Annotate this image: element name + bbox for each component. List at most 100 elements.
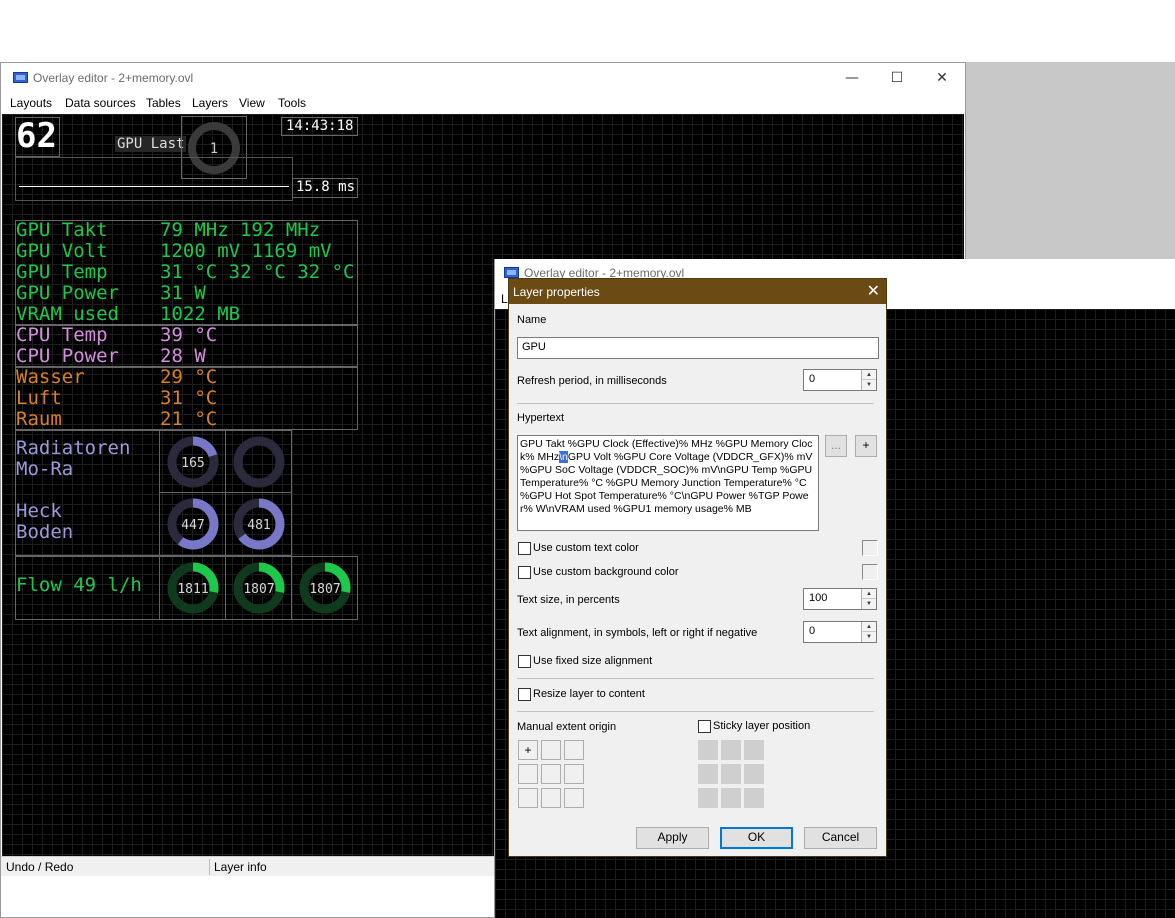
row-value: 28 W <box>160 345 206 367</box>
refresh-label: Refresh period, in milliseconds <box>517 375 667 387</box>
extent-cell-bottom-left[interactable] <box>518 788 538 808</box>
row-label: Raum <box>16 408 62 430</box>
hypertext-selection: \n <box>559 451 568 463</box>
fixed-alignment-checkbox[interactable] <box>518 655 531 668</box>
extent-cell-top-center[interactable] <box>541 740 561 760</box>
bg-color-swatch[interactable] <box>862 564 878 580</box>
menu-tools[interactable]: Tools <box>278 96 306 110</box>
separator <box>517 711 874 712</box>
spin-up-icon: ▲ <box>862 589 876 599</box>
resize-layer-checkbox[interactable] <box>518 688 531 701</box>
spin-up-icon: ▲ <box>862 622 876 632</box>
text-color-swatch[interactable] <box>862 540 878 556</box>
app-icon <box>13 72 28 83</box>
status-layer-info: Layer info <box>214 860 267 874</box>
dialog-close-icon[interactable]: ✕ <box>867 281 880 300</box>
separator <box>517 678 874 679</box>
custom-text-color-label: Use custom text color <box>533 542 639 554</box>
clock-value: 14:43:18 <box>286 118 354 134</box>
status-undo-redo: Undo / Redo <box>6 860 74 874</box>
radiator-label-1: Radiatoren <box>16 437 131 459</box>
status-separator <box>209 859 210 875</box>
custom-bg-color-checkbox[interactable] <box>518 566 531 579</box>
sticky-cell <box>698 764 718 784</box>
hypertext-editor[interactable]: GPU Takt %GPU Clock (Effective)% MHz %GP… <box>517 435 819 531</box>
rear-label-2: Boden <box>16 521 74 543</box>
resize-layer-label: Resize layer to content <box>533 688 645 700</box>
spin-down-icon: ▼ <box>862 632 876 642</box>
refresh-value: 0 <box>809 373 816 385</box>
desktop-background <box>966 62 1175 260</box>
extent-cell-bottom-right[interactable] <box>564 788 584 808</box>
gauge-value: 1811 <box>177 582 208 597</box>
text-size-value: 100 <box>809 592 828 604</box>
minimize-button[interactable]: — <box>829 63 875 93</box>
row-value: 31 °C 32 °C 32 °C <box>160 261 355 283</box>
extent-cell-top-right[interactable] <box>564 740 584 760</box>
frametime-graph[interactable] <box>15 157 293 201</box>
name-label: Name <box>517 314 547 326</box>
dialog-title: Layer properties <box>513 285 600 299</box>
custom-text-color-checkbox[interactable] <box>518 542 531 555</box>
dialog-title-bar: Layer properties ✕ <box>509 279 886 304</box>
row-value: 31 W <box>160 282 206 304</box>
row-label: GPU Takt <box>16 219 108 241</box>
gauge-value: 1807 <box>309 582 340 597</box>
spin-up-icon: ▲ <box>862 370 876 380</box>
layer-properties-dialog: Layer properties ✕ Name GPU Refresh peri… <box>508 278 887 857</box>
gpu-load-label: GPU Last <box>115 136 187 152</box>
extent-cell-middle-center[interactable] <box>541 764 561 784</box>
apply-button[interactable]: Apply <box>636 827 709 849</box>
close-button[interactable]: ✕ <box>919 63 965 93</box>
row-label: CPU Temp <box>16 324 108 346</box>
second-menu-fragment[interactable]: L <box>501 292 508 306</box>
rear-gauge-2: 481 <box>233 498 285 550</box>
menu-data-sources[interactable]: Data sources <box>65 96 136 110</box>
spin-down-icon: ▼ <box>862 599 876 609</box>
browse-button[interactable]: ... <box>825 435 847 457</box>
alignment-spinbox[interactable]: 0 ▲ ▼ <box>803 621 877 643</box>
row-value: 21 °C <box>160 408 218 430</box>
menu-view[interactable]: View <box>239 96 265 110</box>
extent-cell-middle-right[interactable] <box>564 764 584 784</box>
extent-cell-bottom-center[interactable] <box>541 788 561 808</box>
flow-gauge-2: 1807 <box>233 562 285 614</box>
extent-cell-middle-left[interactable] <box>518 764 538 784</box>
title-bar: Overlay editor - 2+memory.ovl — ☐ ✕ <box>1 63 965 93</box>
row-label: Luft <box>16 387 62 409</box>
sticky-cell <box>698 788 718 808</box>
row-label: Wasser <box>16 366 85 388</box>
frametime-line <box>19 186 289 187</box>
extent-cell-top-left[interactable]: + <box>518 740 538 760</box>
sticky-cell <box>744 788 764 808</box>
gauge-value: 1807 <box>243 582 274 597</box>
cancel-button[interactable]: Cancel <box>804 827 877 849</box>
row-value: 79 MHz 192 MHz <box>160 219 321 241</box>
gpu-load-value: 1 <box>210 141 218 157</box>
row-label: VRAM used <box>16 303 119 325</box>
sticky-cell <box>744 740 764 760</box>
refresh-spinbox[interactable]: 0 ▲ ▼ <box>803 369 877 391</box>
flow-gauge-3: 1807 <box>299 562 351 614</box>
sticky-position-label: Sticky layer position <box>713 720 811 732</box>
extent-origin-label: Manual extent origin <box>517 721 617 733</box>
sticky-position-checkbox[interactable] <box>698 720 711 733</box>
spin-down-icon: ▼ <box>862 380 876 390</box>
menu-layouts[interactable]: Layouts <box>10 96 52 110</box>
menu-layers[interactable]: Layers <box>192 96 228 110</box>
row-label: GPU Power <box>16 282 119 304</box>
rear-label-1: Heck <box>16 500 62 522</box>
maximize-button[interactable]: ☐ <box>874 63 920 93</box>
menu-tables[interactable]: Tables <box>146 96 181 110</box>
row-label: GPU Volt <box>16 240 108 262</box>
row-value: 1200 mV 1169 mV <box>160 240 332 262</box>
ok-button[interactable]: OK <box>720 827 793 849</box>
add-button[interactable]: + <box>855 435 877 457</box>
radiator-gauge-2 <box>233 436 285 488</box>
window-title: Overlay editor - 2+memory.ovl <box>33 71 194 85</box>
sticky-cell <box>721 740 741 760</box>
hypertext-content: GPU Takt %GPU Clock (Effective)% MHz %GP… <box>520 438 816 516</box>
text-size-spinbox[interactable]: 100 ▲ ▼ <box>803 588 877 610</box>
name-input[interactable]: GPU <box>517 337 879 359</box>
radiator-label-2: Mo-Ra <box>16 458 74 480</box>
